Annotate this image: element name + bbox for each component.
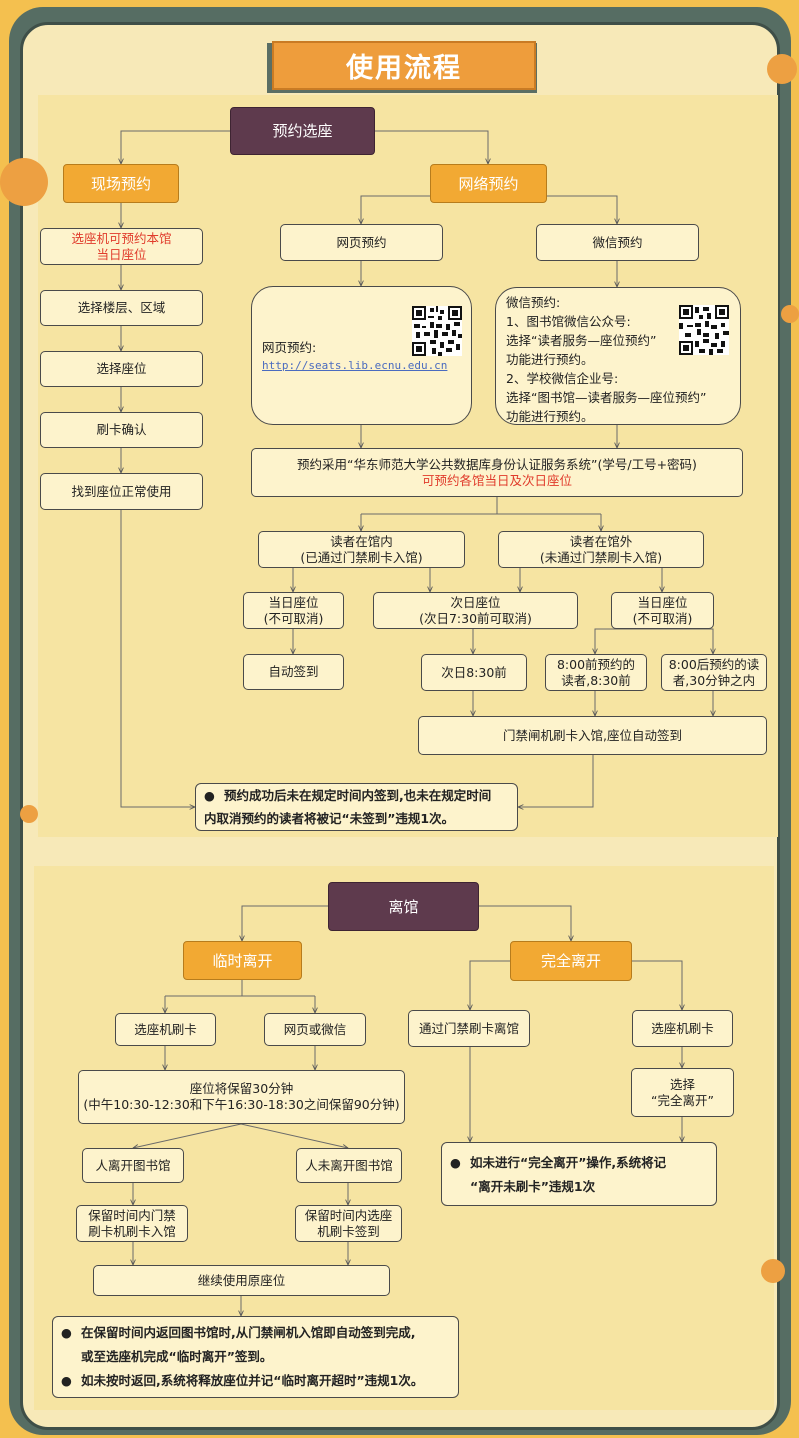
reader-inside-line1: 读者在馆内: [330, 533, 393, 549]
after-800-box: 8:00后预约的读 者,30分钟之内: [661, 654, 767, 691]
reader-outside-line1: 读者在馆外: [569, 533, 633, 549]
complete-machine-box: 选座机刷卡: [632, 1010, 733, 1047]
machine-return-line1: 保留时间内选座: [304, 1207, 393, 1223]
complete-leave-label: 完全离开: [510, 941, 632, 981]
today-seat-right-line2: (不可取消): [632, 610, 693, 626]
onsite-step-2: 选择楼层、区域: [40, 290, 203, 326]
reserve-violation-item: ● 预约成功后未在规定时间内签到,也未在规定时间: [204, 784, 509, 807]
after-800-line1: 8:00后预约的读: [668, 656, 760, 672]
bullet-icon: ●: [450, 1155, 461, 1170]
temporary-note-1: ● 在保留时间内返回图书馆时,从门禁闸机入馆即自动签到完成,: [61, 1321, 450, 1345]
web-reserve-label: 网页预约: [280, 224, 443, 261]
reader-inside-line2: (已通过门禁刷卡入馆): [300, 549, 423, 565]
complete-note-line2: “离开未刷卡”违规1次: [470, 1179, 596, 1194]
wechat-reserve-label: 微信预约: [536, 224, 699, 261]
bullet-icon: ●: [61, 1325, 72, 1340]
wechat-line-1: 微信预约:: [506, 295, 561, 310]
select-complete-line2: “完全离开”: [651, 1092, 714, 1108]
before-800-line1: 8:00前预约的: [556, 656, 636, 672]
temporary-leave-label: 临时离开: [183, 941, 302, 980]
gate-exit-box: 通过门禁刷卡离馆: [408, 1010, 530, 1047]
select-complete-leave-box: 选择 “完全离开”: [631, 1068, 734, 1117]
leave-root: 离馆: [328, 882, 479, 931]
stay-library-box: 人未离开图书馆: [296, 1148, 402, 1183]
temporary-note-2-line1: 如未按时返回,系统将释放座位并记“临时离开超时”违规1次。: [81, 1373, 424, 1388]
left-library-box: 人离开图书馆: [82, 1148, 184, 1183]
complete-note-line1: 如未进行“完全离开”操作,系统将记: [470, 1155, 667, 1170]
today-seat-left-line1: 当日座位: [268, 594, 319, 610]
wechat-line-6: 选择“图书馆—读者服务—座位预约”: [506, 390, 707, 405]
wechat-line-2: 1、图书馆微信公众号:: [506, 314, 631, 329]
wechat-detail-text: 微信预约: 1、图书馆微信公众号: 选择“读者服务—座位预约” 功能进行预约。 …: [506, 293, 706, 426]
temp-option-machine: 选座机刷卡: [115, 1013, 216, 1046]
today-seat-left: 当日座位 (不可取消): [243, 592, 344, 629]
complete-note-item: ● 如未进行“完全离开”操作,系统将记: [450, 1151, 708, 1175]
reserve-violation-line2: 内取消预约的读者将被记“未签到”违规1次。: [204, 811, 455, 826]
next-day-seat-line1: 次日座位: [450, 594, 501, 610]
temporary-leave-notes: ● 在保留时间内返回图书馆时,从门禁闸机入馆即自动签到完成, 或至选座机完成“临…: [52, 1316, 459, 1398]
temporary-note-1-line2: 或至选座机完成“临时离开”签到。: [81, 1349, 273, 1364]
onsite-step-1-line2: 当日座位: [96, 246, 147, 262]
next-day-seat: 次日座位 (次日7:30前可取消): [373, 592, 578, 629]
wechat-line-4: 功能进行预约。: [506, 352, 594, 367]
onsite-reserve-label: 现场预约: [63, 164, 179, 203]
today-seat-right-line1: 当日座位: [637, 594, 688, 610]
wechat-line-3: 选择“读者服务—座位预约”: [506, 333, 657, 348]
gate-return-line1: 保留时间内门禁: [88, 1207, 176, 1223]
reserve-root: 预约选座: [230, 107, 375, 155]
wechat-line-5: 2、学校微信企业号:: [506, 371, 619, 386]
reader-inside-box: 读者在馆内 (已通过门禁刷卡入馆): [258, 531, 465, 568]
temp-option-web-wechat: 网页或微信: [264, 1013, 366, 1046]
auto-signin-box: 自动签到: [243, 654, 344, 690]
select-complete-line1: 选择: [669, 1076, 695, 1092]
gate-return-box: 保留时间内门禁 刷卡机刷卡入馆: [76, 1205, 188, 1242]
seat-hold-line2: (中午10:30-12:30和下午16:30-18:30之间保留90分钟): [83, 1097, 400, 1112]
auth-line-1: 预约采用“华东师范大学公共数据库身份认证服务系统”(学号/工号+密码): [297, 456, 697, 472]
complete-leave-note: ● 如未进行“完全离开”操作,系统将记 “离开未刷卡”违规1次: [441, 1142, 717, 1206]
reader-outside-line2: (未通过门禁刷卡入馆): [539, 549, 663, 565]
next-day-seat-line2: (次日7:30前可取消): [419, 610, 532, 626]
seats-url-link[interactable]: http://seats.lib.ecnu.edu.cn: [262, 359, 447, 372]
machine-return-box: 保留时间内选座 机刷卡签到: [295, 1205, 402, 1242]
after-800-line2: 者,30分钟之内: [672, 672, 756, 688]
continue-seat-box: 继续使用原座位: [93, 1265, 390, 1296]
onsite-step-1-line1: 选座机可预约本馆: [71, 230, 172, 246]
reserve-violation-line1: 预约成功后未在规定时间内签到,也未在规定时间: [224, 788, 492, 803]
web-detail-url[interactable]: http://seats.lib.ecnu.edu.cn: [262, 355, 447, 375]
reserve-violation-note: ● 预约成功后未在规定时间内签到,也未在规定时间 内取消预约的读者将被记“未签到…: [195, 783, 518, 831]
onsite-step-1: 选座机可预约本馆 当日座位: [40, 228, 203, 265]
bullet-icon: ●: [204, 788, 215, 803]
auth-line-2: 可预约各馆当日及次日座位: [421, 472, 572, 488]
temporary-note-1-line1: 在保留时间内返回图书馆时,从门禁闸机入馆即自动签到完成,: [81, 1325, 416, 1340]
qr-code-icon: [679, 305, 729, 355]
onsite-step-3: 选择座位: [40, 351, 203, 387]
temporary-note-2: ● 如未按时返回,系统将释放座位并记“临时离开超时”违规1次。: [61, 1369, 450, 1393]
bullet-icon: ●: [61, 1373, 72, 1388]
onsite-step-4: 刷卡确认: [40, 412, 203, 448]
today-seat-right: 当日座位 (不可取消): [611, 592, 714, 629]
gate-signin-box: 门禁闸机刷卡入馆,座位自动签到: [418, 716, 767, 755]
reader-outside-box: 读者在馆外 (未通过门禁刷卡入馆): [498, 531, 704, 568]
online-reserve-label: 网络预约: [430, 164, 547, 203]
wechat-line-7: 功能进行预约。: [506, 409, 594, 424]
today-seat-left-line2: (不可取消): [263, 610, 324, 626]
auth-box: 预约采用“华东师范大学公共数据库身份认证服务系统”(学号/工号+密码) 可预约各…: [251, 448, 743, 497]
gate-return-line2: 刷卡机刷卡入馆: [88, 1223, 176, 1239]
seat-hold-box: 座位将保留30分钟 (中午10:30-12:30和下午16:30-18:30之间…: [78, 1070, 405, 1124]
onsite-step-5: 找到座位正常使用: [40, 473, 203, 510]
seat-hold-line1: 座位将保留30分钟: [189, 1081, 294, 1096]
qr-code-icon: [412, 306, 462, 356]
machine-return-line2: 机刷卡签到: [317, 1223, 380, 1239]
before-800-box: 8:00前预约的 读者,8:30前: [545, 654, 647, 691]
before-800-line2: 读者,8:30前: [561, 672, 631, 688]
next-830-box: 次日8:30前: [421, 654, 527, 691]
